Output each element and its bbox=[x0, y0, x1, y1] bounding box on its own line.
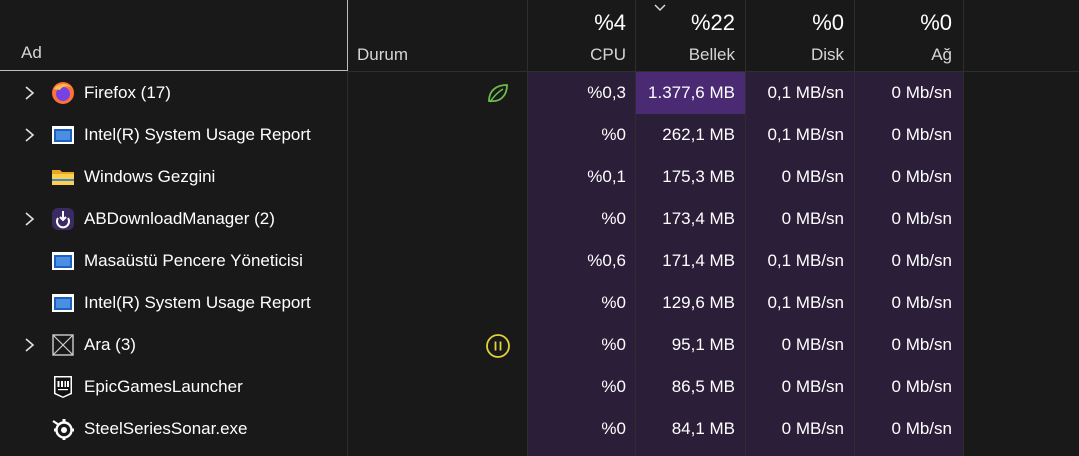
status-column-header[interactable]: Durum bbox=[348, 0, 527, 71]
network-total-percent: %0 bbox=[920, 10, 952, 35]
memory-value: 262,1 MB bbox=[662, 125, 735, 144]
process-name: Windows Gezgini bbox=[84, 167, 216, 186]
network-value: 0 Mb/sn bbox=[891, 293, 952, 312]
network-value: 0 Mb/sn bbox=[891, 419, 952, 438]
network-value: 0 Mb/sn bbox=[891, 167, 952, 186]
name-column-header[interactable]: Ad bbox=[0, 0, 348, 71]
cpu-value: %0 bbox=[601, 419, 626, 438]
process-row[interactable]: Firefox (17) %0,3 1.377,6 MB 0,1 MB/sn 0… bbox=[0, 72, 1079, 114]
download-manager-icon bbox=[52, 208, 74, 230]
chevron-right-icon[interactable] bbox=[22, 335, 38, 355]
process-row[interactable]: Windows Gezgini %0,1 175,3 MB 0 MB/sn 0 … bbox=[0, 156, 1079, 198]
firefox-icon bbox=[52, 82, 74, 104]
process-name: Intel(R) System Usage Report bbox=[84, 293, 311, 312]
process-name: EpicGamesLauncher bbox=[84, 377, 243, 396]
paused-icon bbox=[486, 334, 510, 358]
memory-value: 86,5 MB bbox=[671, 377, 735, 396]
memory-value: 95,1 MB bbox=[671, 335, 735, 354]
steelseries-icon bbox=[52, 419, 74, 440]
memory-column-header[interactable]: %22 Bellek bbox=[636, 0, 745, 71]
cpu-value: %0,1 bbox=[587, 167, 626, 186]
process-name: Firefox (17) bbox=[84, 83, 171, 102]
cpu-value: %0,3 bbox=[587, 83, 626, 102]
process-row[interactable]: ABDownloadManager (2) %0 173,4 MB 0 MB/s… bbox=[0, 198, 1079, 240]
disk-value: 0,1 MB/sn bbox=[767, 125, 844, 144]
memory-value: 129,6 MB bbox=[662, 293, 735, 312]
cpu-total-percent: %4 bbox=[594, 10, 626, 35]
process-row[interactable]: Intel(R) System Usage Report %0 129,6 MB… bbox=[0, 282, 1079, 324]
disk-total-percent: %0 bbox=[812, 10, 844, 35]
app-window-icon bbox=[52, 294, 74, 312]
app-window-icon bbox=[52, 126, 74, 144]
memory-value: 175,3 MB bbox=[662, 167, 735, 186]
memory-value: 84,1 MB bbox=[671, 419, 735, 438]
cpu-value: %0 bbox=[601, 377, 626, 396]
chevron-right-icon[interactable] bbox=[22, 209, 38, 229]
disk-value: 0,1 MB/sn bbox=[767, 293, 844, 312]
cpu-value: %0 bbox=[601, 209, 626, 228]
network-column-header[interactable]: %0 Ağ bbox=[855, 0, 963, 71]
network-value: 0 Mb/sn bbox=[891, 125, 952, 144]
chevron-right-icon[interactable] bbox=[22, 83, 38, 103]
memory-column-label: Bellek bbox=[688, 45, 735, 64]
network-value: 0 Mb/sn bbox=[891, 335, 952, 354]
cpu-column-header[interactable]: %4 CPU bbox=[528, 0, 635, 71]
disk-value: 0 MB/sn bbox=[781, 335, 844, 354]
disk-value: 0,1 MB/sn bbox=[767, 251, 844, 270]
disk-column-header[interactable]: %0 Disk bbox=[746, 0, 854, 71]
disk-column-label: Disk bbox=[810, 45, 844, 64]
memory-total-percent: %22 bbox=[690, 10, 735, 35]
eco-leaf-icon bbox=[488, 84, 508, 103]
cpu-value: %0 bbox=[601, 335, 626, 354]
cpu-value: %0,6 bbox=[587, 251, 626, 270]
memory-value: 173,4 MB bbox=[662, 209, 735, 228]
disk-value: 0,1 MB/sn bbox=[767, 83, 844, 102]
cpu-value: %0 bbox=[601, 293, 626, 312]
cpu-column-label: CPU bbox=[590, 45, 626, 64]
chevron-right-icon[interactable] bbox=[22, 125, 38, 145]
memory-value: 171,4 MB bbox=[662, 251, 735, 270]
folder-icon bbox=[52, 170, 74, 185]
memory-value: 1.377,6 MB bbox=[648, 83, 735, 102]
network-value: 0 Mb/sn bbox=[891, 83, 952, 102]
process-row[interactable]: Ara (3) %0 95,1 MB 0 MB/sn 0 Mb/sn bbox=[0, 324, 1079, 366]
disk-value: 0 MB/sn bbox=[781, 209, 844, 228]
disk-value: 0 MB/sn bbox=[781, 167, 844, 186]
process-name: Masaüstü Pencere Yöneticisi bbox=[84, 251, 303, 270]
disk-value: 0 MB/sn bbox=[781, 377, 844, 396]
status-column-label: Durum bbox=[357, 45, 409, 64]
process-row[interactable]: Masaüstü Pencere Yöneticisi %0,6 171,4 M… bbox=[0, 240, 1079, 282]
process-name: Intel(R) System Usage Report bbox=[84, 125, 311, 144]
process-row[interactable]: Intel(R) System Usage Report %0 262,1 MB… bbox=[0, 114, 1079, 156]
epic-games-icon bbox=[54, 376, 72, 398]
network-value: 0 Mb/sn bbox=[891, 377, 952, 396]
search-box-icon bbox=[52, 334, 74, 356]
network-column-label: Ağ bbox=[931, 45, 952, 64]
network-value: 0 Mb/sn bbox=[891, 251, 952, 270]
name-column-label: Ad bbox=[21, 43, 42, 62]
process-row[interactable]: EpicGamesLauncher %0 86,5 MB 0 MB/sn 0 M… bbox=[0, 366, 1079, 408]
cpu-value: %0 bbox=[601, 125, 626, 144]
network-value: 0 Mb/sn bbox=[891, 209, 952, 228]
process-row[interactable]: SteelSeriesSonar.exe %0 84,1 MB 0 MB/sn … bbox=[0, 408, 1079, 450]
chevron-down-icon bbox=[654, 4, 666, 12]
process-name: SteelSeriesSonar.exe bbox=[84, 419, 248, 438]
disk-value: 0 MB/sn bbox=[781, 419, 844, 438]
process-name: Ara (3) bbox=[84, 335, 136, 354]
process-name: ABDownloadManager (2) bbox=[84, 209, 275, 228]
app-window-icon bbox=[52, 252, 74, 270]
